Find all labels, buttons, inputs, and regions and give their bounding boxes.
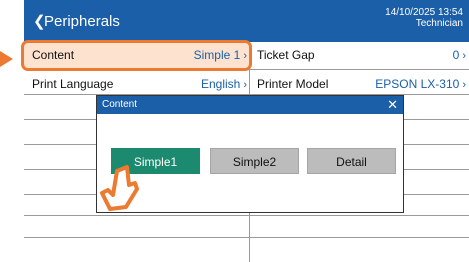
- chevron-right-icon: ›: [243, 79, 247, 91]
- printer-model-value[interactable]: EPSON LX-310 ›: [375, 72, 466, 96]
- print-language-label[interactable]: Print Language: [32, 72, 113, 96]
- dialog-title: Content: [102, 99, 138, 110]
- ticket-gap-label[interactable]: Ticket Gap: [257, 42, 315, 69]
- close-icon[interactable]: ✕: [387, 96, 398, 114]
- option-simple2-button[interactable]: Simple2: [210, 148, 299, 174]
- dialog-titlebar: Content ✕: [97, 96, 403, 114]
- empty-row: [24, 213, 469, 238]
- ticket-gap-value[interactable]: 0 ›: [453, 42, 466, 69]
- option-detail-button[interactable]: Detail: [307, 148, 396, 174]
- printer-model-label[interactable]: Printer Model: [257, 72, 328, 96]
- settings-row-print-language: Print Language English › Printer Model EP…: [24, 70, 469, 95]
- selected-row-outline: [21, 40, 252, 71]
- print-language-value[interactable]: English ›: [201, 72, 247, 96]
- chevron-right-icon: ›: [462, 50, 466, 62]
- pointer-arrow-icon: [0, 51, 13, 67]
- hand-cursor-icon: [100, 165, 139, 211]
- chevron-right-icon: ›: [462, 79, 466, 91]
- content-dialog: Content ✕ Simple1 Simple2 Detail: [96, 95, 404, 213]
- empty-row: [24, 238, 469, 262]
